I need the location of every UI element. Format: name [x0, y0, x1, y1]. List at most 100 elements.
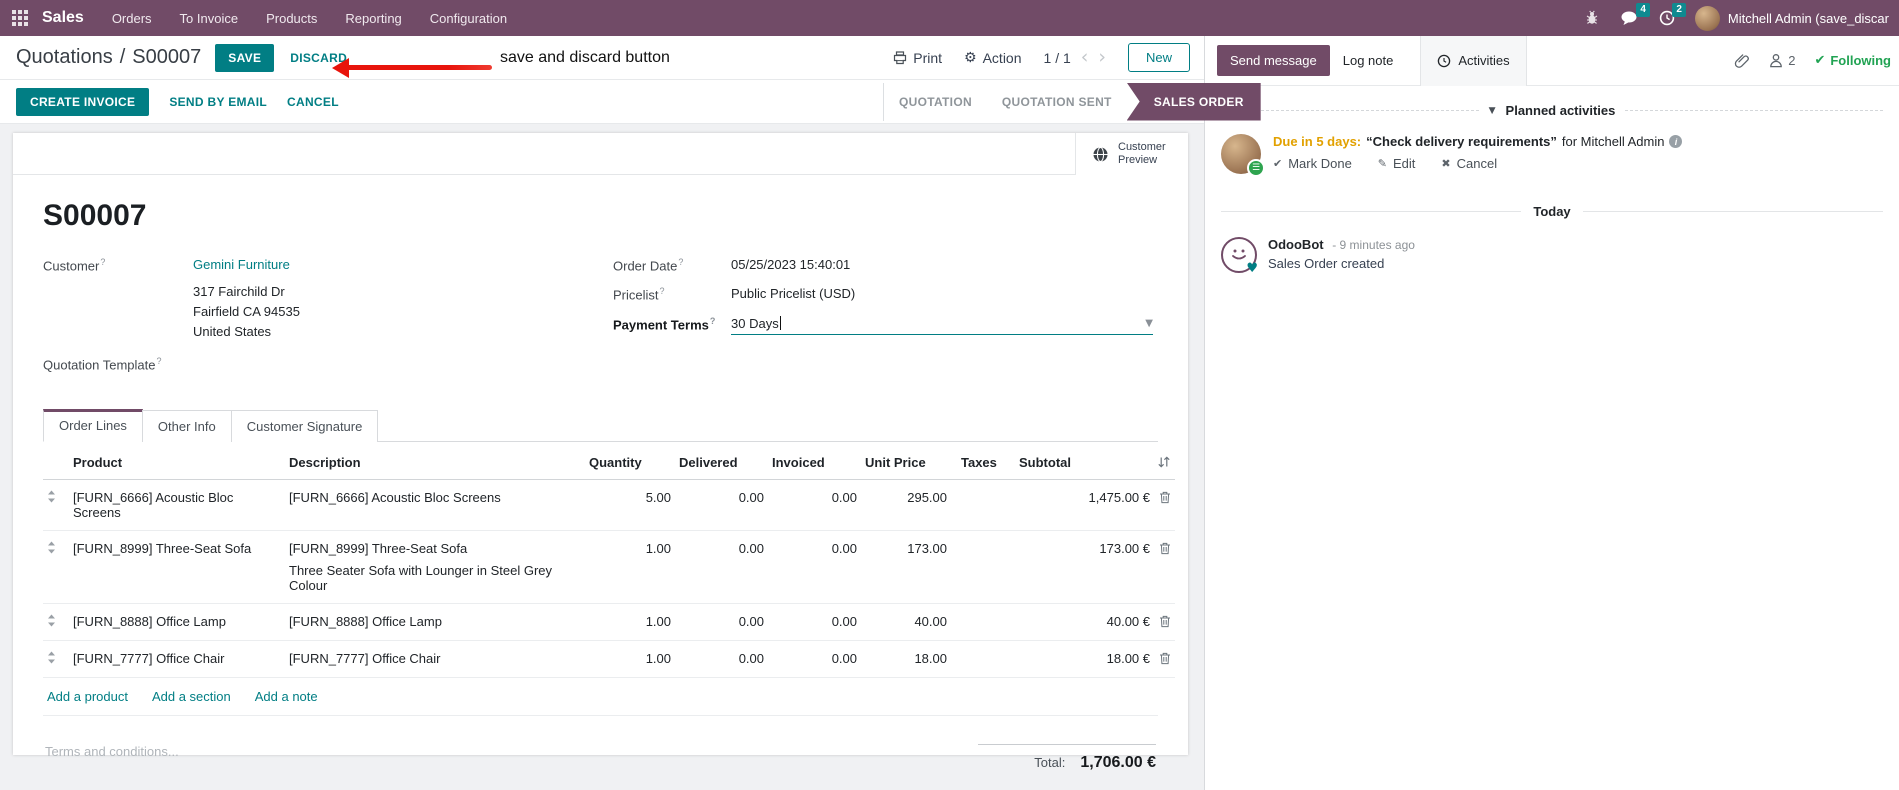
cell-delivered[interactable]: 0.00: [675, 479, 768, 531]
followers-button[interactable]: 2: [1769, 53, 1795, 68]
cell-description[interactable]: [FURN_7777] Office Chair: [285, 640, 585, 678]
following-button[interactable]: ✔ Following: [1814, 53, 1891, 68]
add-note-link[interactable]: Add a note: [255, 689, 318, 704]
cell-delivered[interactable]: 0.00: [675, 640, 768, 678]
cell-delivered[interactable]: 0.00: [675, 603, 768, 641]
menu-reporting[interactable]: Reporting: [345, 11, 401, 26]
message-author[interactable]: OdooBot: [1268, 237, 1324, 252]
bug-icon[interactable]: [1584, 10, 1600, 26]
planned-activities-header[interactable]: ▼ Planned activities: [1221, 103, 1883, 118]
cell-unit-price[interactable]: 295.00: [861, 479, 951, 531]
info-icon[interactable]: i: [1669, 135, 1683, 148]
print-button[interactable]: Print: [893, 50, 942, 66]
cell-unit-price[interactable]: 173.00: [861, 530, 951, 604]
menu-configuration[interactable]: Configuration: [430, 11, 507, 26]
statusbar-step-sales-order[interactable]: SALES ORDER: [1126, 82, 1261, 121]
cancel-button[interactable]: CANCEL: [287, 95, 339, 109]
add-section-link[interactable]: Add a section: [152, 689, 231, 704]
apps-grid-icon[interactable]: [12, 10, 28, 26]
menu-products[interactable]: Products: [266, 11, 317, 26]
pager-value: 1 / 1: [1043, 49, 1071, 66]
create-invoice-button[interactable]: CREATE INVOICE: [16, 87, 150, 116]
menu-to-invoice[interactable]: To Invoice: [180, 11, 239, 26]
cell-product[interactable]: [FURN_6666] Acoustic Bloc Screens: [69, 479, 285, 531]
app-name[interactable]: Sales: [42, 9, 84, 27]
menu-orders[interactable]: Orders: [112, 11, 152, 26]
mark-done-button[interactable]: ✔ Mark Done: [1273, 156, 1352, 171]
quotation-template-label: Quotation Template?: [43, 356, 162, 373]
delete-row-icon[interactable]: [1159, 652, 1171, 665]
order-lines-table: Product Description Quantity Delivered I…: [43, 447, 1175, 678]
cancel-activity-button[interactable]: ✖ Cancel: [1441, 156, 1497, 171]
activity-clock-icon[interactable]: 2: [1659, 3, 1686, 26]
statusbar-step-quotation[interactable]: QUOTATION: [884, 83, 987, 121]
cell-description[interactable]: [FURN_8888] Office Lamp: [285, 603, 585, 641]
cell-description[interactable]: [FURN_6666] Acoustic Bloc Screens: [285, 479, 585, 531]
cell-quantity[interactable]: 1.00: [585, 603, 675, 641]
order-reference-title[interactable]: S00007: [43, 199, 1158, 233]
drag-handle-icon[interactable]: [47, 614, 56, 627]
cell-unit-price[interactable]: 18.00: [861, 640, 951, 678]
cell-invoiced[interactable]: 0.00: [768, 479, 861, 531]
printer-icon: [894, 50, 907, 64]
tab-order-lines[interactable]: Order Lines: [43, 408, 143, 442]
table-row: [FURN_6666] Acoustic Bloc Screens [FURN_…: [43, 479, 1175, 531]
cell-invoiced[interactable]: 0.00: [768, 603, 861, 641]
edit-activity-button[interactable]: ✎ Edit: [1378, 156, 1416, 171]
payment-terms-field[interactable]: 30 Days ▼: [731, 316, 1153, 335]
tab-other-info[interactable]: Other Info: [141, 409, 232, 442]
cell-taxes[interactable]: [951, 640, 1015, 678]
cell-unit-price[interactable]: 40.00: [861, 603, 951, 641]
customer-link[interactable]: Gemini Furniture: [193, 257, 608, 273]
customer-preview-button[interactable]: Customer Preview: [1075, 133, 1188, 175]
breadcrumb-quotations[interactable]: Quotations: [16, 46, 113, 69]
cell-quantity[interactable]: 1.00: [585, 530, 675, 604]
add-product-link[interactable]: Add a product: [47, 689, 128, 704]
cell-product[interactable]: [FURN_7777] Office Chair: [69, 640, 285, 678]
messages-icon[interactable]: 4: [1620, 3, 1650, 26]
pager-previous-icon[interactable]: ‹: [1081, 48, 1089, 67]
cell-taxes[interactable]: [951, 603, 1015, 641]
action-statusbar-row: CREATE INVOICE SEND BY EMAIL CANCEL QUOT…: [0, 80, 1261, 124]
cell-quantity[interactable]: 1.00: [585, 640, 675, 678]
pricelist-field[interactable]: Public Pricelist (USD): [731, 286, 1153, 302]
order-date-field[interactable]: 05/25/2023 15:40:01: [731, 257, 1153, 273]
optional-columns-icon[interactable]: [1139, 447, 1175, 480]
cell-description[interactable]: [FURN_8999] Three-Seat Sofa Three Seater …: [285, 530, 585, 604]
log-note-button[interactable]: Log note: [1330, 45, 1407, 76]
delete-row-icon[interactable]: [1159, 491, 1171, 504]
new-button[interactable]: New: [1127, 43, 1190, 72]
quotation-template-field[interactable]: [193, 356, 608, 372]
chevron-down-icon: ▼: [1488, 105, 1496, 116]
cell-delivered[interactable]: 0.00: [675, 530, 768, 604]
cell-taxes[interactable]: [951, 479, 1015, 531]
attachment-paperclip-icon[interactable]: [1734, 53, 1750, 69]
cell-subtotal: 40.00 €: [1106, 613, 1150, 629]
send-message-button[interactable]: Send message: [1217, 45, 1330, 76]
tab-customer-signature[interactable]: Customer Signature: [230, 409, 379, 442]
activity-avatar: ☰: [1221, 134, 1265, 177]
action-button[interactable]: ⚙ Action: [964, 50, 1021, 66]
delete-row-icon[interactable]: [1159, 615, 1171, 628]
cell-product[interactable]: [FURN_8999] Three-Seat Sofa: [69, 530, 285, 604]
cell-invoiced[interactable]: 0.00: [768, 530, 861, 604]
cell-invoiced[interactable]: 0.00: [768, 640, 861, 678]
cell-product[interactable]: [FURN_8888] Office Lamp: [69, 603, 285, 641]
col-delivered: Delivered: [675, 447, 768, 480]
terms-placeholder[interactable]: Terms and conditions...: [45, 744, 179, 772]
activities-tab[interactable]: Activities: [1420, 35, 1527, 86]
send-by-email-button[interactable]: SEND BY EMAIL: [169, 95, 267, 109]
pager-next-icon[interactable]: ›: [1098, 48, 1106, 67]
statusbar-step-quotation-sent[interactable]: QUOTATION SENT: [987, 83, 1127, 121]
drag-handle-icon[interactable]: [47, 490, 56, 503]
cell-taxes[interactable]: [951, 530, 1015, 604]
cell-quantity[interactable]: 5.00: [585, 479, 675, 531]
user-menu[interactable]: Mitchell Admin (save_discar: [1694, 5, 1889, 31]
dropdown-caret-icon[interactable]: ▼: [1145, 318, 1153, 329]
delete-row-icon[interactable]: [1159, 542, 1171, 555]
breadcrumb-current: S00007: [132, 46, 202, 68]
address-city: Fairfield CA 94535: [193, 304, 300, 320]
drag-handle-icon[interactable]: [47, 541, 56, 554]
drag-handle-icon[interactable]: [47, 651, 56, 664]
save-button[interactable]: SAVE: [215, 43, 275, 72]
